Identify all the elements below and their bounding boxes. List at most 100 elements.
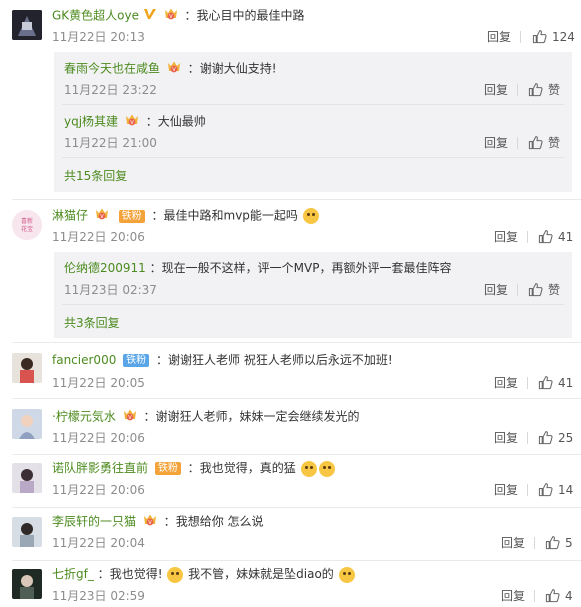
reply-button[interactable]: 回复 [484, 283, 508, 297]
comment-time: 11月22日 20:05 [52, 376, 145, 390]
like-button[interactable]: 41 [538, 375, 573, 390]
comment-time: 11月22日 20:06 [52, 483, 145, 497]
comment-username[interactable]: ·柠檬元気水 [52, 410, 116, 424]
like-count: 14 [558, 482, 574, 497]
reply-button[interactable]: 回复 [494, 431, 518, 445]
comment-text: 谢谢狂人老师 祝狂人老师以后永远不加班! [168, 353, 393, 367]
vip-icon [142, 513, 158, 531]
comment-username[interactable]: 诺队胖影勇往直前 [52, 461, 148, 475]
like-button[interactable]: 赞 [528, 135, 560, 150]
reply-username[interactable]: 春雨今天也在咸鱼 [64, 62, 160, 76]
like-count: 41 [558, 375, 574, 390]
thumb-up-icon [528, 282, 543, 297]
like-button[interactable]: 25 [538, 430, 573, 445]
thumb-up-icon [538, 482, 553, 497]
comment-username[interactable]: 李辰轩的一只猫 [52, 515, 136, 529]
like-button[interactable]: 124 [532, 29, 575, 44]
comment-time: 11月22日 20:04 [52, 536, 145, 550]
vip-icon [163, 7, 179, 25]
comment-time: 11月23日 02:59 [52, 589, 145, 603]
fan-badge: 铁粉 [123, 354, 150, 367]
reply-button[interactable]: 回复 [501, 536, 525, 550]
avatar[interactable]: 喜新 花宝 [12, 210, 42, 240]
like-button[interactable]: 41 [538, 229, 573, 244]
comment-time: 11月22日 20:06 [52, 230, 145, 244]
comment-text: 我心目中的最佳中路 [196, 8, 305, 23]
emoji-icon [318, 460, 335, 477]
vip-icon [124, 113, 140, 131]
comment-text-continued: 我不管，妹妹就是坠diao的 [188, 567, 334, 581]
comment-item: 七折gf_ ：我也觉得! 我不管，妹妹就是坠diao的 11月23日 02:59… [0, 561, 581, 607]
thumb-up-icon [538, 430, 553, 445]
more-replies-link[interactable]: 共15条回复 [64, 169, 127, 183]
comment-item: 诺队胖影勇往直前 铁粉 ：我也觉得，真的猛 11月22日 20:06 回复 14 [0, 455, 581, 507]
reply-text: 现在一般不这样，评一个MVP，再额外评一套最佳阵容 [161, 261, 452, 275]
avatar[interactable] [12, 463, 42, 493]
comment-text: 我也觉得! [109, 567, 163, 581]
like-count: 41 [558, 229, 574, 244]
thumb-up-icon [528, 135, 543, 150]
reply-text: 谢谢大仙支持! [199, 61, 277, 76]
emoji-icon [302, 208, 319, 224]
svg-text:喜新: 喜新 [21, 217, 33, 225]
vip-icon [94, 207, 110, 225]
emoji-icon [167, 566, 184, 583]
like-button[interactable]: 4 [545, 588, 573, 603]
comment-item: GK黄色超人oye ：我心目中的最佳中路 11月22日 20:13 回复 124… [0, 0, 581, 200]
thumb-up-icon [538, 375, 553, 390]
avatar[interactable] [12, 517, 42, 547]
emoji-icon [338, 566, 355, 583]
comment-item: fancier000 铁粉 ：谢谢狂人老师 祝狂人老师以后永远不加班! 11月2… [0, 343, 581, 398]
fan-badge: 铁粉 [154, 462, 181, 475]
comment-username[interactable]: GK黄色超人oye [52, 9, 139, 23]
reply-button[interactable]: 回复 [494, 376, 518, 390]
reply-button[interactable]: 回复 [494, 483, 518, 497]
comment-username[interactable]: 淋猫仔 [52, 209, 88, 223]
emoji-icon [300, 460, 317, 477]
comment-time: 11月22日 20:06 [52, 431, 145, 445]
reply-button[interactable]: 回复 [484, 136, 508, 150]
svg-text:花宝: 花宝 [21, 225, 33, 233]
like-button[interactable]: 赞 [528, 82, 560, 97]
like-button[interactable]: 5 [545, 535, 573, 550]
reply-time: 11月23日 02:37 [64, 283, 157, 297]
avatar[interactable] [12, 569, 42, 599]
like-button[interactable]: 赞 [528, 282, 560, 297]
comment-username[interactable]: 七折gf_ [52, 567, 94, 581]
like-button[interactable]: 14 [538, 482, 573, 497]
reply-list: 伦纳德200911 ：现在一般不这样，评一个MVP，再额外评一套最佳阵容 11月… [54, 252, 572, 338]
like-label: 赞 [548, 135, 561, 150]
avatar[interactable] [12, 409, 42, 439]
avatar[interactable] [12, 353, 42, 383]
reply-button[interactable]: 回复 [494, 230, 518, 244]
thumb-up-icon [528, 82, 543, 97]
like-count: 4 [565, 588, 573, 603]
reply-username[interactable]: 伦纳德200911 [64, 261, 146, 275]
vip-icon [166, 60, 182, 78]
reply-username[interactable]: yqj杨其建 [64, 115, 118, 129]
avatar[interactable] [12, 10, 42, 40]
like-count: 5 [565, 535, 573, 550]
vip-icon [122, 408, 138, 426]
like-count: 25 [558, 430, 574, 445]
reply-time: 11月22日 21:00 [64, 136, 157, 150]
fan-badge: 铁粉 [118, 209, 145, 223]
thumb-up-icon [532, 29, 547, 44]
reply-text: 大仙最帅 [157, 114, 206, 129]
comment-item: 喜新 花宝 淋猫仔 铁粉 ：最佳中路和mvp能一起吗 11月22日 20:06 回… [0, 200, 581, 342]
comment-item: ·柠檬元気水 ：谢谢狂人老师，妹妹一定会继续发光的 11月22日 20:06 回… [0, 399, 581, 454]
comment-username[interactable]: fancier000 [52, 353, 116, 367]
comment-text: 我想给你 怎么说 [175, 514, 264, 529]
like-label: 赞 [548, 282, 561, 297]
reply-time: 11月22日 23:22 [64, 83, 157, 97]
reply-list: 春雨今天也在咸鱼 ：谢谢大仙支持! 11月22日 23:22 回复 赞 yqj杨… [54, 52, 572, 192]
reply-button[interactable]: 回复 [487, 30, 511, 44]
reply-button[interactable]: 回复 [484, 83, 508, 97]
reply-button[interactable]: 回复 [501, 589, 525, 603]
thumb-up-icon [545, 535, 560, 550]
like-label: 赞 [548, 82, 561, 97]
verified-icon [143, 7, 157, 25]
more-replies-link[interactable]: 共3条回复 [64, 316, 120, 330]
thumb-up-icon [538, 229, 553, 244]
like-count: 124 [552, 29, 575, 44]
